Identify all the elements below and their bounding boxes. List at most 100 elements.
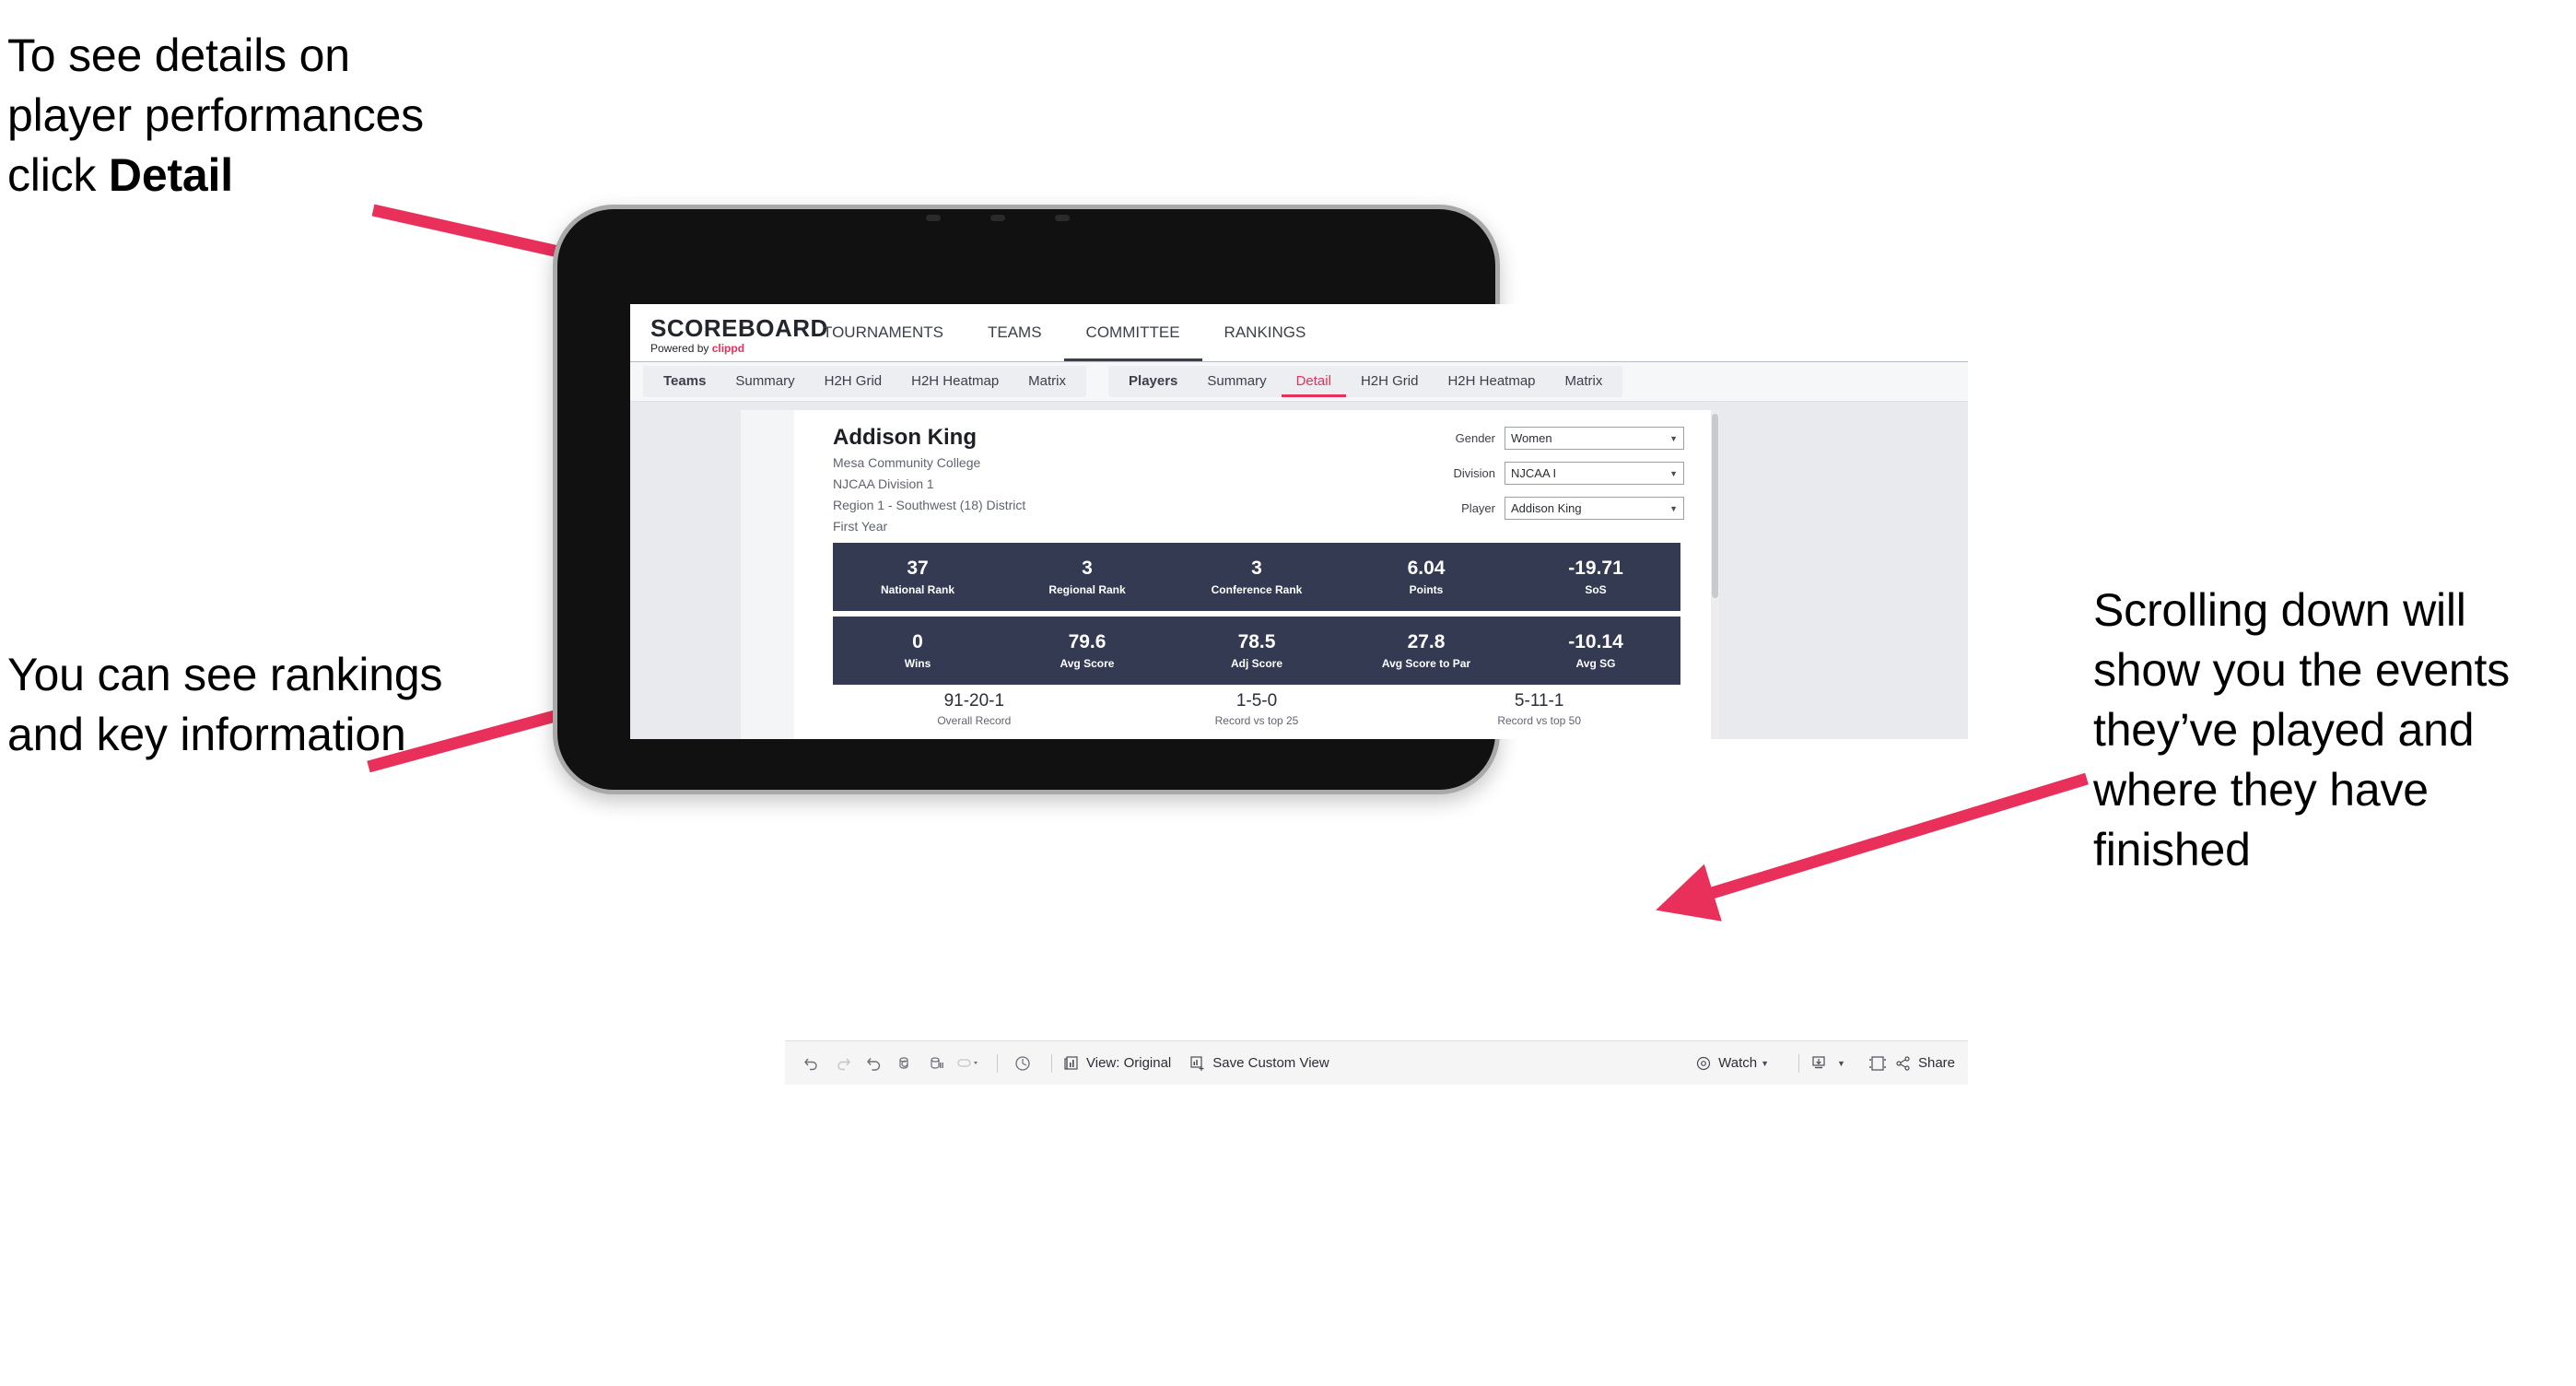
share-label: Share: [1917, 1055, 1955, 1071]
primary-navigation: TOURNAMENTS TEAMS COMMITTEE RANKINGS: [801, 304, 1328, 361]
player-division: NJCAA Division 1: [833, 476, 934, 491]
player-detail-panel: Addison King Mesa Community College NJCA…: [794, 410, 1719, 739]
stat-label: Avg Score to Par: [1381, 656, 1471, 670]
record-value: 91-20-1: [943, 691, 1005, 711]
share-button[interactable]: Share: [1895, 1055, 1955, 1072]
stat-label: Avg SG: [1575, 656, 1616, 670]
tablet-screen: SCOREBOARD Powered by clippd TOURNAMENTS…: [630, 304, 1968, 739]
tab-players-summary[interactable]: Summary: [1192, 366, 1281, 397]
tablet-speaker-3: [1055, 215, 1070, 221]
record-value: 5-11-1: [1514, 691, 1564, 711]
redo-icon[interactable]: [829, 1050, 857, 1077]
nav-rankings[interactable]: RANKINGS: [1202, 304, 1329, 361]
pause-refresh-icon[interactable]: [1009, 1050, 1036, 1077]
player-filter-value: Addison King: [1511, 501, 1582, 515]
watch-eye-icon: [1695, 1055, 1712, 1072]
brand-subtitle: Powered by clippd: [650, 343, 801, 354]
nav-teams[interactable]: TEAMS: [966, 304, 1064, 361]
chevron-down-icon: ▼: [1669, 468, 1678, 478]
save-custom-view-button[interactable]: Save Custom View: [1189, 1055, 1329, 1072]
tab-players-h2h-grid[interactable]: H2H Grid: [1346, 366, 1434, 397]
brand-title: SCOREBOARD: [650, 314, 828, 342]
tab-players-detail[interactable]: Detail: [1281, 366, 1346, 397]
stat-label: Avg Score: [1060, 656, 1115, 670]
tablet-camera-row: [557, 209, 1495, 233]
player-header: Addison King Mesa Community College NJCA…: [833, 425, 1025, 536]
vertical-scrollbar[interactable]: [1711, 410, 1719, 739]
player-region: Region 1 - Southwest (18) District: [833, 498, 1026, 513]
app-header: SCOREBOARD Powered by clippd TOURNAMENTS…: [630, 304, 1968, 361]
tab-players-matrix[interactable]: Matrix: [1551, 366, 1618, 397]
nav-tournaments[interactable]: TOURNAMENTS: [801, 304, 966, 361]
callout-detail-instruction: To see details on player performances cl…: [7, 26, 597, 206]
toolbar-divider: [1051, 1053, 1052, 1073]
view-chart-icon: [1063, 1055, 1080, 1072]
filter-row-gender: Gender Women ▼: [1417, 427, 1684, 450]
stat-avg-sg: -10.14 Avg SG: [1511, 631, 1680, 669]
stat-label: Adj Score: [1230, 656, 1282, 670]
chevron-down-icon: ▼: [1837, 1058, 1845, 1068]
stat-national-rank: 37 National Rank: [833, 558, 1002, 595]
record-vs-top-25: 1-5-0 Record vs top 25: [1116, 691, 1399, 727]
save-view-icon: [1189, 1055, 1206, 1072]
tab-teams-matrix[interactable]: Matrix: [1013, 366, 1081, 397]
stat-label: National Rank: [880, 582, 954, 596]
dashboard-toolbar: View: Original Save Custom View Watch ▼ …: [785, 1040, 1968, 1085]
stat-value: 6.04: [1407, 558, 1446, 580]
download-icon: [1810, 1055, 1827, 1072]
fullscreen-icon[interactable]: [1864, 1050, 1891, 1077]
player-name: Addison King: [833, 425, 977, 450]
stat-avg-score: 79.6 Avg Score: [1002, 631, 1172, 669]
tab-teams[interactable]: Teams: [649, 366, 720, 397]
chevron-down-icon: ▼: [1669, 503, 1678, 513]
powered-by-text: Powered by: [650, 342, 712, 355]
record-label: Overall Record: [937, 713, 1012, 727]
stat-points: 6.04 Points: [1341, 558, 1511, 595]
download-button[interactable]: ▼: [1810, 1055, 1845, 1072]
content-card: Addison King Mesa Community College NJCA…: [741, 410, 1719, 739]
callout-top-line1: To see details on: [7, 29, 350, 81]
division-filter-label: Division: [1453, 466, 1495, 480]
callout-top-line3-prefix: click: [7, 149, 109, 201]
stat-avg-score-to-par: 27.8 Avg Score to Par: [1341, 631, 1511, 669]
toolbar-divider: [1798, 1053, 1800, 1073]
tab-teams-summary[interactable]: Summary: [720, 366, 809, 397]
gender-filter-select[interactable]: Women ▼: [1505, 427, 1684, 450]
player-filter-select[interactable]: Addison King ▼: [1505, 497, 1684, 520]
scrollbar-thumb[interactable]: [1712, 414, 1718, 598]
tab-players-h2h-heatmap[interactable]: H2H Heatmap: [1433, 366, 1550, 397]
player-class-year: First Year: [833, 519, 888, 534]
refresh-data-icon[interactable]: [892, 1050, 919, 1077]
callout-top-line3: click Detail: [7, 146, 597, 206]
revert-icon[interactable]: [861, 1050, 888, 1077]
stat-value: 27.8: [1407, 631, 1446, 653]
tab-players[interactable]: Players: [1114, 366, 1192, 397]
stat-value: 3: [1082, 558, 1093, 580]
undo-icon[interactable]: [798, 1050, 825, 1077]
pause-auto-update-icon[interactable]: [923, 1050, 951, 1077]
stat-value: -10.14: [1568, 631, 1623, 653]
watch-button[interactable]: Watch ▼: [1695, 1055, 1769, 1072]
record-label: Record vs top 50: [1497, 713, 1582, 727]
tablet-speaker-1: [926, 215, 941, 221]
tab-teams-h2h-grid[interactable]: H2H Grid: [810, 366, 897, 397]
stat-value: 0: [912, 631, 923, 653]
stat-sos: -19.71 SoS: [1511, 558, 1680, 595]
gender-filter-value: Women: [1511, 431, 1552, 445]
callout-scrolling-info: Scrolling down will show you the events …: [2093, 584, 2511, 875]
chevron-down-icon: ▼: [1761, 1058, 1770, 1068]
stat-wins: 0 Wins: [833, 631, 1002, 669]
view-original-button[interactable]: View: Original: [1063, 1055, 1171, 1072]
nav-committee[interactable]: COMMITTEE: [1063, 304, 1202, 361]
brand-logo[interactable]: SCOREBOARD Powered by clippd: [630, 304, 828, 354]
filter-row-player: Player Addison King ▼: [1417, 497, 1684, 520]
share-icon: [1895, 1055, 1912, 1072]
stat-conference-rank: 3 Conference Rank: [1172, 558, 1341, 595]
record-value: 1-5-0: [1235, 691, 1278, 711]
pause-icon[interactable]: [954, 1050, 982, 1077]
stat-label: SoS: [1585, 582, 1607, 596]
tablet-speaker-2: [990, 215, 1005, 221]
division-filter-select[interactable]: NJCAA I ▼: [1505, 462, 1684, 485]
tab-teams-h2h-heatmap[interactable]: H2H Heatmap: [896, 366, 1013, 397]
watch-label: Watch: [1718, 1055, 1758, 1071]
